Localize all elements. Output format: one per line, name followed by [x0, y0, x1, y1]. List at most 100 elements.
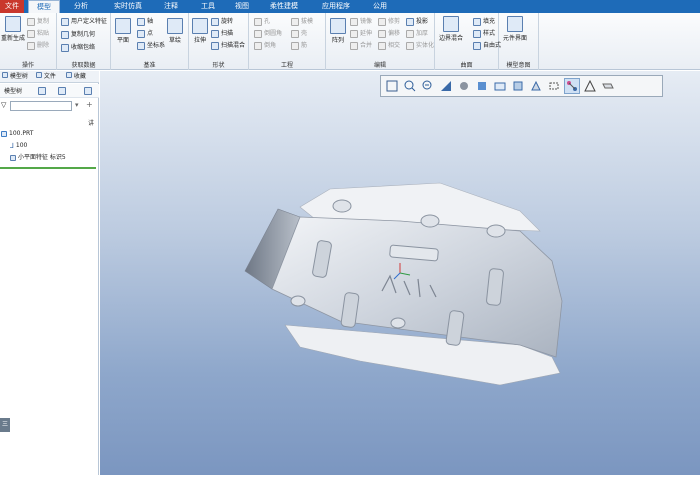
- get-data-group-label[interactable]: 获取数据: [57, 60, 110, 69]
- hole-icon: [254, 17, 262, 26]
- shell-button[interactable]: 壳: [291, 28, 307, 39]
- trim-label: 修剪: [388, 18, 401, 25]
- thicken-button[interactable]: 加厚: [406, 28, 428, 39]
- zoom-in-icon[interactable]: [402, 78, 418, 94]
- delete-button[interactable]: 删除: [27, 40, 49, 51]
- pattern-button[interactable]: 阵列: [330, 18, 346, 44]
- annotation-display-icon[interactable]: [582, 78, 598, 94]
- menu-view[interactable]: 视图: [230, 0, 254, 13]
- reorient-icon[interactable]: [438, 78, 454, 94]
- spin-center-icon[interactable]: [564, 78, 580, 94]
- graphics-viewport[interactable]: [100, 71, 700, 475]
- surfaces-group-label[interactable]: 曲面: [435, 60, 498, 69]
- extend-button[interactable]: 延伸: [350, 28, 372, 39]
- point-button[interactable]: 点: [137, 28, 153, 39]
- insert-marker[interactable]: [0, 167, 96, 169]
- copy-geometry-icon: [61, 30, 69, 39]
- merge-button[interactable]: 合并: [350, 40, 372, 51]
- paste-button[interactable]: 粘贴: [27, 28, 49, 39]
- group-operations: 重新生成 复制 粘贴 删除 操作: [0, 13, 57, 70]
- editing-group-label[interactable]: 编辑: [326, 60, 434, 69]
- shrinkwrap-button[interactable]: 收缩包络: [61, 42, 95, 53]
- menu-flexible-modeling[interactable]: 柔性建模: [264, 0, 304, 13]
- show-icon[interactable]: [58, 87, 66, 95]
- filter-icon[interactable]: [84, 87, 92, 95]
- tab-files[interactable]: 文件: [36, 71, 56, 83]
- engineering-group-label[interactable]: 工程: [249, 60, 325, 69]
- style-button[interactable]: 样式: [473, 28, 495, 39]
- group-model-intent: 元件界面 模型意图: [499, 13, 539, 70]
- menu-file[interactable]: 文件: [0, 0, 24, 13]
- menu-analysis[interactable]: 分析: [66, 0, 96, 13]
- menu-model[interactable]: 模型: [28, 0, 60, 13]
- menu-applications[interactable]: 应用程序: [316, 0, 356, 13]
- appearance-icon[interactable]: [600, 78, 616, 94]
- chamfer-button[interactable]: 倒角: [254, 40, 276, 51]
- axis-icon: [137, 17, 145, 26]
- revolve-button[interactable]: 旋转: [211, 16, 233, 27]
- menu-realtime-simulation[interactable]: 实时仿真: [108, 0, 148, 13]
- filter-funnel-icon[interactable]: ▽: [1, 101, 6, 109]
- menu-tools[interactable]: 工具: [196, 0, 220, 13]
- menu-utilities[interactable]: 公用: [368, 0, 392, 13]
- axis-button[interactable]: 轴: [137, 16, 153, 27]
- draft-button[interactable]: 拔模: [291, 16, 313, 27]
- copy-label: 复制: [37, 18, 50, 25]
- csys-button[interactable]: 坐标系: [137, 40, 165, 51]
- rib-icon: [291, 41, 299, 50]
- sketch-button[interactable]: 草绘: [167, 18, 183, 44]
- tree-search-input[interactable]: [10, 101, 72, 111]
- tab-model-tree[interactable]: 模型树: [2, 71, 28, 83]
- hole-button[interactable]: 孔: [254, 16, 270, 27]
- boundary-blend-button[interactable]: 边界混合: [439, 16, 463, 42]
- section-icon[interactable]: [528, 78, 544, 94]
- round-button[interactable]: 倒圆角: [254, 28, 282, 39]
- settings-icon[interactable]: [38, 87, 46, 95]
- offset-button[interactable]: 偏移: [378, 28, 400, 39]
- copy-geometry-button[interactable]: 复制几何: [61, 29, 95, 40]
- view-manager-icon[interactable]: [492, 78, 508, 94]
- revolve-label: 旋转: [221, 18, 234, 25]
- intersect-button[interactable]: 相交: [378, 40, 400, 51]
- freestyle-button[interactable]: 自由式: [473, 40, 501, 51]
- component-interface-button[interactable]: 元件界面: [503, 16, 527, 42]
- saved-views-icon[interactable]: [456, 78, 472, 94]
- project-button[interactable]: 投影: [406, 16, 428, 27]
- component-interface-icon: [507, 16, 523, 32]
- operations-group-label[interactable]: 操作: [0, 60, 56, 69]
- datum-display-icon[interactable]: [546, 78, 562, 94]
- shapes-group-label[interactable]: 形状: [189, 60, 248, 69]
- plane-button[interactable]: 平面: [115, 18, 131, 44]
- copy-button[interactable]: 复制: [27, 16, 49, 27]
- panel-toggle-button[interactable]: 三: [0, 418, 10, 432]
- thicken-label: 加厚: [416, 30, 429, 37]
- regenerate-button[interactable]: 重新生成: [1, 16, 25, 42]
- dropdown-arrow-icon[interactable]: ▾: [75, 101, 79, 109]
- trim-button[interactable]: 修剪: [378, 16, 400, 27]
- rib-label: 筋: [301, 42, 308, 49]
- tree-item-root[interactable]: 100.PRT: [1, 129, 33, 139]
- solidify-label: 实体化: [416, 42, 435, 49]
- boundary-blend-label: 边界混合: [439, 35, 464, 42]
- swept-blend-button[interactable]: 扫描混合: [211, 40, 245, 51]
- tree-item-facet-feature[interactable]: 小平面特征 标识5: [10, 153, 66, 163]
- tree-item-csys[interactable]: ⅃ 100: [10, 141, 27, 151]
- datum-group-label[interactable]: 基准: [111, 60, 188, 69]
- perspective-icon[interactable]: [510, 78, 526, 94]
- zoom-out-icon[interactable]: [420, 78, 436, 94]
- rib-button[interactable]: 筋: [291, 40, 307, 51]
- extrude-button[interactable]: 拉伸: [192, 18, 208, 44]
- model-intent-group-label[interactable]: 模型意图: [499, 60, 538, 69]
- solidify-button[interactable]: 实体化: [406, 40, 434, 51]
- menu-annotate[interactable]: 注释: [158, 0, 184, 13]
- fill-button[interactable]: 填充: [473, 16, 495, 27]
- regenerate-icon: [5, 16, 21, 32]
- refit-icon[interactable]: [384, 78, 400, 94]
- boundary-blend-icon: [443, 16, 459, 32]
- display-style-icon[interactable]: [474, 78, 490, 94]
- add-column-icon[interactable]: +: [86, 100, 93, 109]
- udf-button[interactable]: 用户定义特征: [61, 16, 107, 27]
- sweep-button[interactable]: 扫描: [211, 28, 233, 39]
- mirror-button[interactable]: 镜像: [350, 16, 372, 27]
- tab-favorites[interactable]: 收藏: [66, 71, 86, 83]
